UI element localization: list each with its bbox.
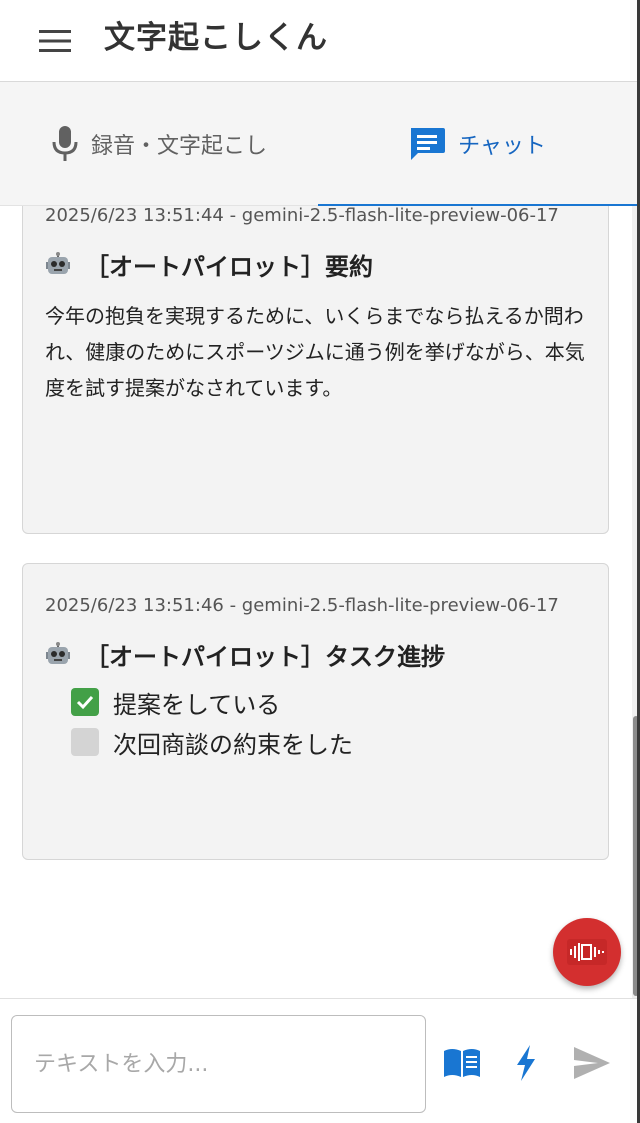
tab-recording-label: 録音・文字起こし	[90, 134, 267, 159]
message-meta: 2025/6/23 13:51:44 - gemini-2.5-flash-li…	[45, 206, 559, 226]
robot-icon	[46, 251, 70, 274]
microphone-icon	[51, 126, 79, 162]
chat-text-input[interactable]	[11, 1015, 426, 1113]
task-label: 次回商談の約束をした	[113, 730, 353, 759]
chat-input-bar	[0, 998, 637, 1123]
tab-recording[interactable]: 録音・文字起こし	[0, 82, 318, 206]
task-label: 提案をしている	[113, 690, 281, 719]
send-button[interactable]	[572, 1043, 612, 1083]
app-header: 文字起こしくん	[0, 0, 640, 82]
empty-square-icon	[71, 728, 99, 756]
message-title-text: ［オートパイロット］要約	[85, 253, 373, 281]
dictionary-button[interactable]	[442, 1043, 482, 1083]
task-list: 提案をしている 次回商談の約束をした	[71, 682, 586, 762]
task-item-done: 提案をしている	[71, 682, 586, 722]
menu-button[interactable]	[36, 21, 76, 61]
checkmark-icon	[71, 688, 99, 716]
send-icon	[574, 1047, 610, 1079]
app-title: 文字起こしくん	[104, 20, 328, 56]
message-title-text: ［オートパイロット］タスク進捗	[85, 643, 445, 671]
tab-chat[interactable]: チャット	[318, 82, 640, 207]
message-card-summary: 2025/6/23 13:51:44 - gemini-2.5-flash-li…	[22, 206, 609, 534]
chat-message-list[interactable]: 2025/6/23 13:51:44 - gemini-2.5-flash-li…	[0, 206, 632, 998]
chat-icon	[408, 126, 446, 162]
lightning-bolt-icon	[517, 1045, 535, 1081]
book-icon	[444, 1049, 480, 1077]
quick-action-button[interactable]	[506, 1043, 546, 1083]
message-title: ［オートパイロット］要約	[45, 247, 586, 282]
message-title: ［オートパイロット］タスク進捗	[45, 637, 586, 672]
message-body: 今年の抱負を実現するために、いくらまでなら払えるか問われ、健康のためにスポーツジ…	[45, 304, 585, 400]
tab-chat-label: チャット	[458, 134, 546, 159]
app-root: 文字起こしくん 録音・文字起こし チャット 2025/6/23 13:51:44…	[0, 0, 640, 1123]
audio-waveform-icon	[567, 939, 607, 965]
message-card-task-progress: 2025/6/23 13:51:46 - gemini-2.5-flash-li…	[22, 563, 609, 860]
robot-icon	[46, 641, 70, 664]
recording-fab-button[interactable]	[553, 918, 621, 986]
hamburger-menu-icon	[39, 29, 71, 52]
message-meta: 2025/6/23 13:51:46 - gemini-2.5-flash-li…	[45, 595, 559, 616]
tab-bar: 録音・文字起こし チャット	[0, 82, 640, 207]
task-item-pending: 次回商談の約束をした	[71, 722, 586, 762]
